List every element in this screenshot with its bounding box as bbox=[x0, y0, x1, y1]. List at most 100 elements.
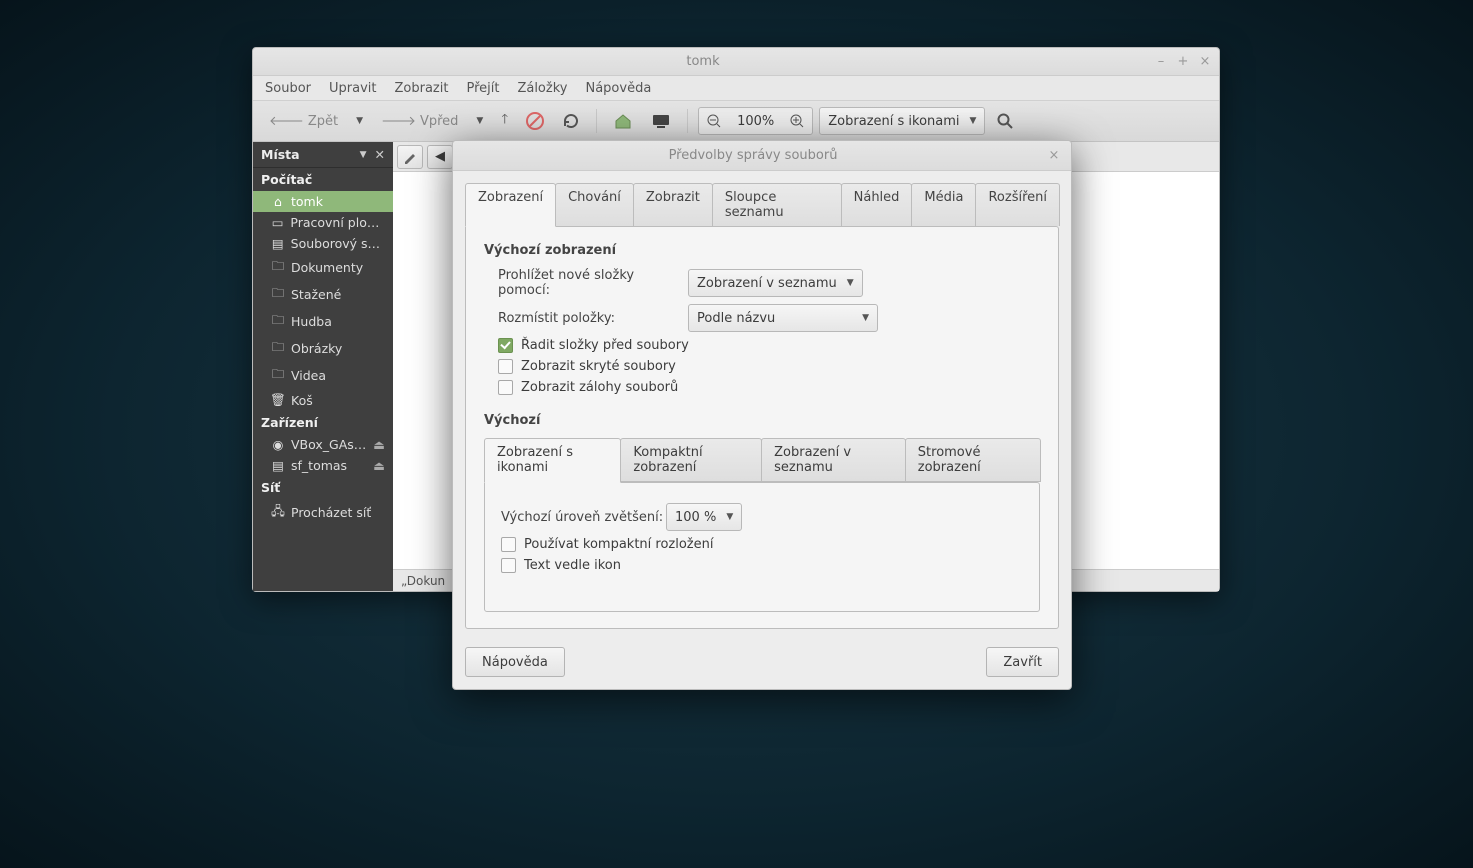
sidebar-item-label: Hudba bbox=[291, 314, 332, 329]
menu-go[interactable]: Přejít bbox=[466, 81, 499, 96]
sidebar-item[interactable]: ▤Souborový sy… bbox=[253, 233, 393, 254]
dlg-titlebar[interactable]: Předvolby správy souborů × bbox=[453, 141, 1071, 171]
sidebar-item-label: VBox_GAs… bbox=[291, 437, 366, 452]
check-label: Text vedle ikon bbox=[524, 558, 621, 573]
fm-sidebar: Místa ▼ ✕ Počítač⌂tomk▭Pracovní plocha▤S… bbox=[253, 142, 393, 591]
sidebar-item[interactable]: 🗀Videa bbox=[253, 362, 393, 389]
sidebar-category: Zařízení bbox=[253, 411, 393, 434]
checkbox-icon bbox=[501, 537, 516, 552]
computer-icon bbox=[651, 113, 671, 129]
browse-mode-combo[interactable]: Zobrazení v seznamu ▼ bbox=[688, 269, 863, 297]
check-show-hidden[interactable]: Zobrazit skryté soubory bbox=[498, 359, 1040, 374]
dlg-tab[interactable]: Zobrazit bbox=[633, 183, 713, 226]
computer-button[interactable] bbox=[645, 107, 677, 135]
view-mode-label: Zobrazení s ikonami bbox=[828, 114, 959, 129]
fm-title: tomk bbox=[259, 54, 1147, 69]
sidebar-category: Síť bbox=[253, 476, 393, 499]
menu-file[interactable]: Soubor bbox=[265, 81, 311, 96]
sidebar-item-label: Procházet síť bbox=[291, 505, 371, 520]
folder-icon: 🗀 bbox=[271, 365, 285, 386]
menu-bookmarks[interactable]: Záložky bbox=[517, 81, 567, 96]
fm-menubar: Soubor Upravit Zobrazit Přejít Záložky N… bbox=[253, 76, 1219, 100]
dlg-subtab[interactable]: Zobrazení v seznamu bbox=[761, 438, 906, 482]
check-compact-layout[interactable]: Používat kompaktní rozložení bbox=[501, 537, 1023, 552]
dlg-subtab[interactable]: Kompaktní zobrazení bbox=[620, 438, 762, 482]
maximize-button[interactable]: + bbox=[1175, 54, 1191, 69]
sidebar-item-label: tomk bbox=[291, 194, 323, 209]
sidebar-item[interactable]: ▤sf_tomas⏏ bbox=[253, 455, 393, 476]
eject-icon[interactable]: ⏏ bbox=[373, 437, 385, 452]
sidebar-item[interactable]: ⌂tomk bbox=[253, 191, 393, 212]
dlg-tab[interactable]: Chování bbox=[555, 183, 634, 226]
menu-edit[interactable]: Upravit bbox=[329, 81, 376, 96]
reload-button[interactable] bbox=[556, 107, 586, 135]
dlg-subtab[interactable]: Stromové zobrazení bbox=[905, 438, 1041, 482]
sidebar-item[interactable]: 🗑Koš bbox=[253, 389, 393, 411]
zoom-in-button[interactable] bbox=[782, 114, 812, 128]
forward-label: Vpřed bbox=[420, 114, 458, 129]
dlg-tab[interactable]: Média bbox=[911, 183, 976, 226]
sidebar-item-label: Pracovní plocha bbox=[290, 215, 385, 230]
help-button[interactable]: Nápověda bbox=[465, 647, 565, 677]
home-button[interactable] bbox=[607, 107, 639, 135]
check-text-beside-icons[interactable]: Text vedle ikon bbox=[501, 558, 1023, 573]
eject-icon[interactable]: ⏏ bbox=[373, 458, 385, 473]
home-icon bbox=[613, 112, 633, 130]
menu-help[interactable]: Nápověda bbox=[585, 81, 651, 96]
dlg-tab[interactable]: Rozšíření bbox=[975, 183, 1060, 226]
menu-view[interactable]: Zobrazit bbox=[394, 81, 448, 96]
dlg-tab[interactable]: Náhled bbox=[841, 183, 913, 226]
zoom-in-icon bbox=[790, 114, 804, 128]
sidebar-item[interactable]: 🖧Procházet síť bbox=[253, 499, 393, 526]
close-button[interactable]: Zavřít bbox=[986, 647, 1059, 677]
check-sort-folders-first[interactable]: Řadit složky před soubory bbox=[498, 338, 1040, 353]
sidebar-item-label: Obrázky bbox=[291, 341, 342, 356]
desktop-icon: ▭ bbox=[271, 215, 284, 230]
dlg-buttonbar: Nápověda Zavřít bbox=[453, 641, 1071, 689]
dlg-tab[interactable]: Zobrazení bbox=[465, 183, 556, 227]
folder-icon: 🗀 bbox=[271, 311, 285, 332]
path-edit-button[interactable] bbox=[397, 145, 423, 169]
sidebar-item[interactable]: 🗀 Obrázky bbox=[253, 335, 393, 362]
folder-icon: 🗀 bbox=[271, 338, 285, 359]
sidebar-item[interactable]: ◉VBox_GAs…⏏ bbox=[253, 434, 393, 455]
sidebar-dropdown[interactable]: ▼ bbox=[360, 150, 367, 160]
folder-icon: 🗀 bbox=[271, 284, 285, 305]
sidebar-item[interactable]: 🗀 Stažené bbox=[253, 281, 393, 308]
status-text: „Dokun bbox=[401, 574, 445, 588]
zoom-out-button[interactable] bbox=[699, 114, 729, 128]
close-button[interactable]: × bbox=[1197, 54, 1213, 69]
forward-button: 🡒 Vpřed bbox=[375, 107, 464, 135]
sidebar-item[interactable]: 🗀Dokumenty bbox=[253, 254, 393, 281]
zoom-out-icon bbox=[707, 114, 721, 128]
dlg-tab[interactable]: Sloupce seznamu bbox=[712, 183, 842, 226]
dlg-close-button[interactable]: × bbox=[1045, 147, 1063, 165]
view-mode-combo[interactable]: Zobrazení s ikonami ▼ bbox=[819, 107, 985, 135]
sidebar-close[interactable]: ✕ bbox=[375, 147, 385, 162]
check-show-backup[interactable]: Zobrazit zálohy souborů bbox=[498, 380, 1040, 395]
up-button[interactable]: 🡑 bbox=[495, 107, 514, 135]
path-back-button[interactable]: ◀ bbox=[427, 145, 453, 169]
chevron-down-icon: ▼ bbox=[726, 512, 733, 522]
arrow-up-icon: 🡑 bbox=[501, 110, 508, 132]
default-zoom-combo[interactable]: 100 % ▼ bbox=[666, 503, 742, 531]
sidebar-item[interactable]: 🗀 Hudba bbox=[253, 308, 393, 335]
sidebar-item-label: Stažené bbox=[291, 287, 341, 302]
arrange-combo[interactable]: Podle názvu ▼ bbox=[688, 304, 878, 332]
dlg-subtabs: Zobrazení s ikonamiKompaktní zobrazeníZo… bbox=[484, 438, 1040, 482]
section-defaults: Výchozí bbox=[484, 413, 1040, 428]
zoom-control: 100% bbox=[698, 107, 813, 135]
forward-history-dropdown[interactable]: ▼ bbox=[470, 107, 489, 135]
search-button[interactable] bbox=[991, 107, 1019, 135]
search-icon bbox=[997, 113, 1013, 129]
zoom-level: 100% bbox=[729, 114, 782, 129]
default-zoom-value: 100 % bbox=[675, 510, 716, 525]
fm-titlebar[interactable]: tomk – + × bbox=[253, 48, 1219, 76]
back-history-dropdown[interactable]: ▼ bbox=[350, 107, 369, 135]
check-label: Zobrazit skryté soubory bbox=[521, 359, 676, 374]
sidebar-item[interactable]: ▭ Pracovní plocha bbox=[253, 212, 393, 233]
minimize-button[interactable]: – bbox=[1153, 54, 1169, 69]
sidebar-item-label: Dokumenty bbox=[291, 260, 363, 275]
dlg-subtab[interactable]: Zobrazení s ikonami bbox=[484, 438, 621, 483]
back-label: Zpět bbox=[308, 114, 338, 129]
